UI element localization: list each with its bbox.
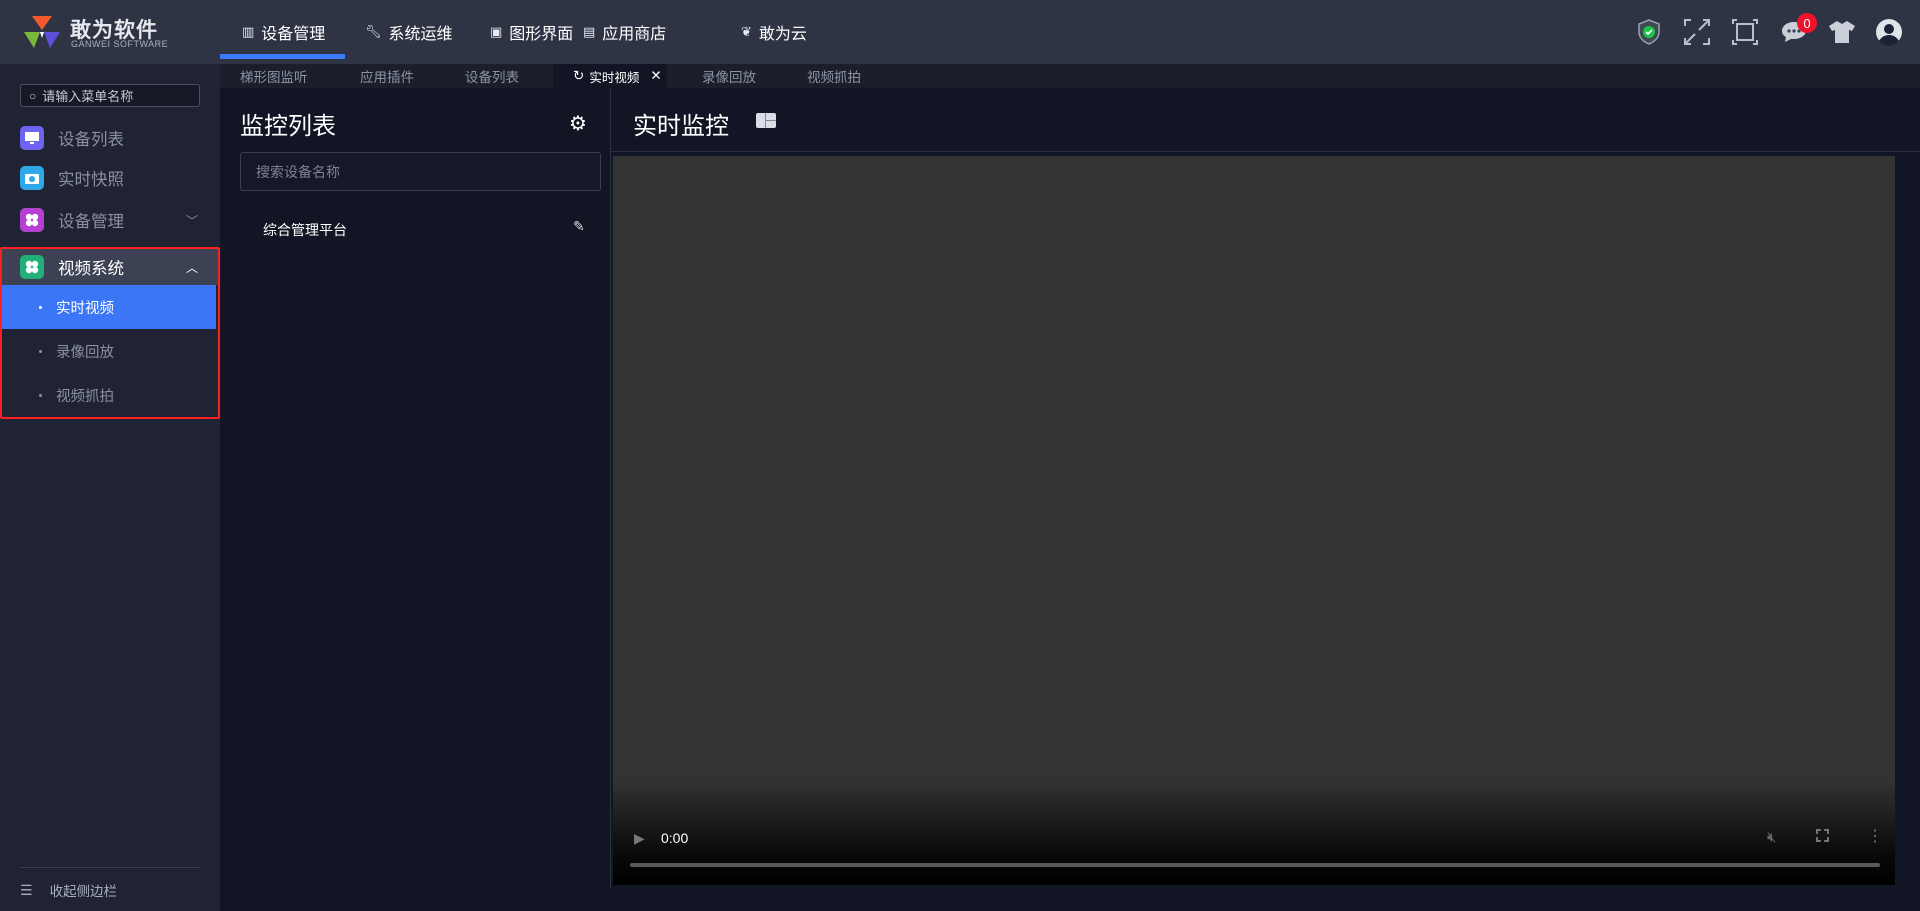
play-button[interactable]: ▶ xyxy=(634,830,645,847)
brand-subtitle: GANWEI SOFTWARE xyxy=(71,39,169,49)
bullet-dot xyxy=(39,393,42,397)
grid-icon xyxy=(20,208,44,232)
mute-icon[interactable]: 🔇︎ xyxy=(1767,829,1776,846)
nav-label: 系统运维 xyxy=(388,26,453,43)
live-monitor-title: 实时监控 xyxy=(633,113,729,140)
nav-system-ops[interactable]: 🔧︎ 系统运维 xyxy=(365,0,453,64)
refresh-icon[interactable]: ↻ xyxy=(573,68,584,84)
chevron-up-icon: ︿ xyxy=(186,260,199,275)
tab-app-plugins[interactable]: 应用插件 xyxy=(360,64,414,88)
panel-divider xyxy=(610,88,611,888)
monitor-list-item[interactable]: 综合管理平台 ✎ xyxy=(240,214,601,242)
device-search-input[interactable]: 搜索设备名称 xyxy=(240,152,601,191)
cloud-icon: ❦ xyxy=(741,24,752,39)
fullscreen-button-icon[interactable] xyxy=(1816,829,1829,842)
menu-search-placeholder: 请输入菜单名称 xyxy=(42,89,134,104)
video-player[interactable] xyxy=(613,156,1895,885)
tab-live-video[interactable]: ↻ 实时视频 ✕ xyxy=(553,64,667,88)
sidebar-subitem-capture[interactable]: 视频抓拍 xyxy=(0,373,216,417)
sidebar-item-snapshot[interactable]: 实时快照 xyxy=(0,158,220,198)
video-time: 0:00 xyxy=(661,830,689,846)
subitem-label: 录像回放 xyxy=(56,344,114,361)
subitem-label: 实时视频 xyxy=(56,300,114,317)
tab-device-list[interactable]: 设备列表 xyxy=(465,64,519,88)
notification-badge: 0 xyxy=(1797,13,1817,33)
camera-icon xyxy=(20,166,44,190)
fullscreen-icon[interactable] xyxy=(1683,18,1711,46)
sidebar-subitem-live-video[interactable]: 实时视频 xyxy=(0,285,216,329)
security-shield-icon[interactable] xyxy=(1635,18,1663,46)
sidebar-item-label: 视频系统 xyxy=(58,260,124,278)
sidebar-item-label: 设备管理 xyxy=(58,213,124,231)
sidebar-item-label: 设备列表 xyxy=(58,131,124,149)
monitor-icon: ▣ xyxy=(490,24,503,39)
monitor-list-panel xyxy=(220,88,610,911)
collapse-icon: ☰ xyxy=(20,881,33,898)
chevron-down-icon: ﹀ xyxy=(186,213,199,228)
search-placeholder: 搜索设备名称 xyxy=(256,163,340,180)
tab-playback[interactable]: 录像回放 xyxy=(702,64,756,88)
bullet-dot xyxy=(39,349,42,353)
nav-cloud[interactable]: ❦ 敢为云 xyxy=(741,0,807,64)
store-icon: ▤ xyxy=(583,24,596,39)
header-divider xyxy=(611,151,1920,152)
sidebar-item-device-management[interactable]: 设备管理 ﹀ xyxy=(0,200,220,240)
wrench-icon: 🔧︎ xyxy=(365,24,382,39)
nav-label: 设备管理 xyxy=(261,26,326,43)
nav-label: 应用商店 xyxy=(602,26,667,43)
nav-label: 图形界面 xyxy=(509,26,574,43)
nav-app-store[interactable]: ▤ 应用商店 xyxy=(583,0,666,64)
collapse-sidebar-button[interactable]: ☰ 收起侧边栏 xyxy=(20,880,117,900)
nav-active-indicator xyxy=(220,54,345,59)
grid-icon xyxy=(20,255,44,279)
gear-icon[interactable]: ⚙ xyxy=(569,111,587,136)
more-options-icon[interactable]: ⋮ xyxy=(1867,826,1883,846)
video-progress-bar[interactable] xyxy=(630,863,1880,867)
ganwei-logo xyxy=(24,16,60,48)
search-icon: ○ xyxy=(29,88,37,103)
menu-search-input[interactable]: ○ 请输入菜单名称 xyxy=(20,84,200,107)
tab-ladder-monitor[interactable]: 梯形图监听 xyxy=(240,64,308,88)
monitor-list-title: 监控列表 xyxy=(240,113,336,140)
subitem-label: 视频抓拍 xyxy=(56,388,114,405)
tab-label: 实时视频 xyxy=(589,70,640,85)
theme-shirt-icon[interactable] xyxy=(1828,18,1856,46)
tab-capture[interactable]: 视频抓拍 xyxy=(807,64,861,88)
screen-frame-icon[interactable] xyxy=(1731,18,1759,46)
nav-graphics[interactable]: ▣ 图形界面 xyxy=(490,0,573,64)
monitor-icon xyxy=(20,126,44,150)
sidebar-item-video-system[interactable]: 视频系统 ︿ xyxy=(0,249,220,285)
close-icon[interactable]: ✕ xyxy=(650,68,661,84)
book-icon: ▥ xyxy=(242,24,255,39)
nav-label: 敢为云 xyxy=(758,26,807,43)
item-label: 综合管理平台 xyxy=(263,222,347,238)
bullet-dot xyxy=(39,305,42,309)
sidebar-divider xyxy=(20,867,200,868)
sidebar-item-device-list[interactable]: 设备列表 xyxy=(0,118,220,158)
collapse-label: 收起侧边栏 xyxy=(49,884,118,899)
user-avatar[interactable] xyxy=(1875,18,1903,46)
sidebar-item-label: 实时快照 xyxy=(58,171,124,189)
edit-pencil-icon[interactable]: ✎ xyxy=(573,218,585,235)
layout-grid-icon[interactable] xyxy=(756,113,776,128)
video-controls-bar xyxy=(613,780,1895,885)
sidebar-subitem-playback[interactable]: 录像回放 xyxy=(0,329,216,373)
